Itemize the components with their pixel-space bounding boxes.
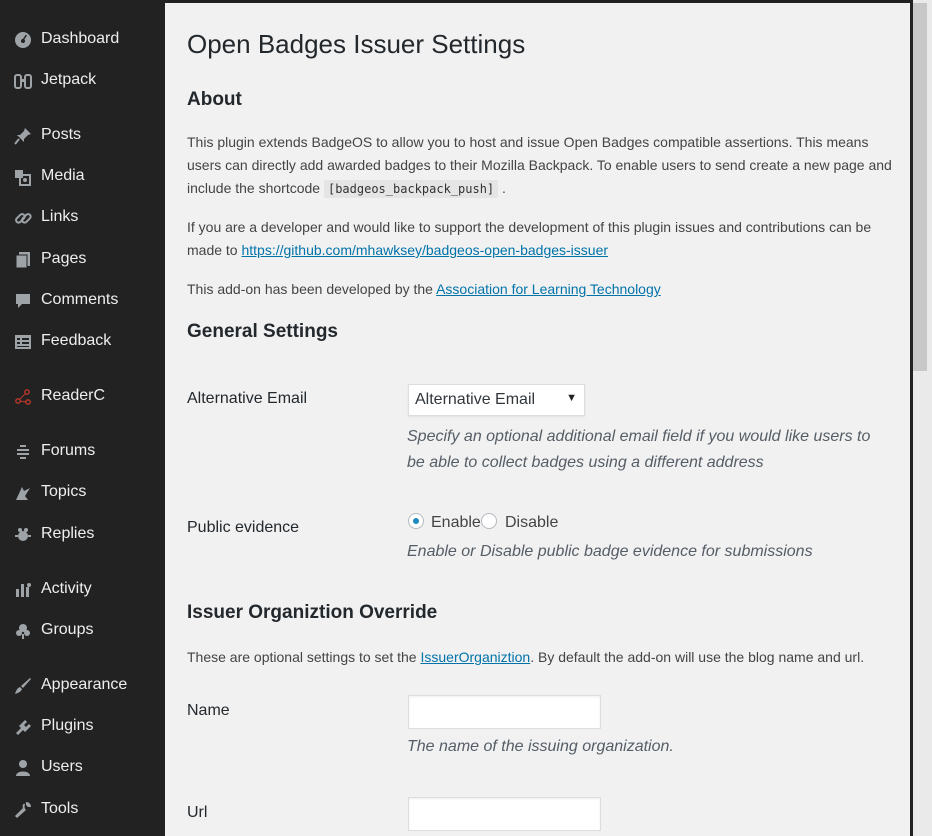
sidebar-item-label: Forums xyxy=(41,442,96,459)
sidebar-item-replies[interactable]: Replies xyxy=(3,520,165,550)
about-text-end: . xyxy=(502,180,506,196)
sidebar-item-label: Activity xyxy=(41,580,92,597)
alt-link[interactable]: Association for Learning Technology xyxy=(436,281,661,297)
select-value: Alternative Email xyxy=(415,391,536,408)
forums-icon xyxy=(13,443,33,461)
jetpack-icon xyxy=(13,72,33,90)
scrollbar-thumb[interactable] xyxy=(913,3,927,371)
public-evidence-description: Enable or Disable public badge evidence … xyxy=(407,543,813,560)
sidebar-item-tools[interactable]: Tools xyxy=(3,795,165,825)
sidebar-item-label: Dashboard xyxy=(41,30,120,47)
enable-radio-label: Enable xyxy=(431,514,481,531)
link-icon xyxy=(13,209,33,227)
sidebar-item-label: Feedback xyxy=(41,332,112,349)
sidebar-item-forums[interactable]: Forums xyxy=(3,437,165,467)
issuer-override-heading: Issuer Organiztion Override xyxy=(187,602,438,623)
sidebar-item-label: Media xyxy=(41,167,85,184)
chevron-down-icon: ▼ xyxy=(566,392,577,404)
sidebar-item-plugins[interactable]: Plugins xyxy=(3,712,165,742)
settings-content: Open Badges Issuer Settings About This p… xyxy=(165,3,910,836)
alternative-email-select[interactable]: Alternative Email ▼ xyxy=(408,384,585,416)
sidebar-item-label: Tools xyxy=(41,800,79,817)
admin-sidebar: Dashboard Jetpack Posts Media Links Page… xyxy=(3,3,165,836)
issuer-text-end: . By default the add-on will use the blo… xyxy=(530,649,865,665)
github-link[interactable]: https://github.com/mhawksey/badgeos-open… xyxy=(241,242,608,258)
about-text: This plugin extends BadgeOS to allow you… xyxy=(187,134,892,196)
sidebar-item-label: Comments xyxy=(41,291,119,308)
sidebar-item-readerc[interactable]: ReaderC xyxy=(3,382,165,412)
name-description: The name of the issuing organization. xyxy=(407,738,674,755)
sidebar-item-jetpack[interactable]: Jetpack xyxy=(3,66,165,96)
shortcode: [badgeos_backpack_push] xyxy=(323,180,499,198)
sidebar-item-label: Groups xyxy=(41,621,94,638)
activity-icon xyxy=(13,581,33,599)
sidebar-item-topics[interactable]: Topics xyxy=(3,478,165,508)
about-heading: About xyxy=(187,89,242,110)
replies-icon xyxy=(13,526,33,544)
url-label: Url xyxy=(187,804,208,821)
issuer-paragraph: These are optional settings to set the I… xyxy=(187,646,897,669)
name-label: Name xyxy=(187,702,230,719)
sidebar-item-label: ReaderC xyxy=(41,387,106,404)
issuer-organization-link[interactable]: IssuerOrganiztion xyxy=(420,649,530,665)
sidebar-item-label: Jetpack xyxy=(41,71,97,88)
brush-icon xyxy=(13,677,33,695)
sidebar-item-label: Posts xyxy=(41,126,82,143)
sidebar-item-links[interactable]: Links xyxy=(3,203,165,233)
sidebar-item-media[interactable]: Media xyxy=(3,162,165,192)
pages-icon xyxy=(13,251,33,269)
sidebar-item-label: Plugins xyxy=(41,717,94,734)
sidebar-item-feedback[interactable]: Feedback xyxy=(3,327,165,357)
comment-icon xyxy=(13,292,33,310)
sidebar-item-posts[interactable]: Posts xyxy=(3,121,165,151)
general-settings-heading: General Settings xyxy=(187,321,338,342)
sidebar-item-pages[interactable]: Pages xyxy=(3,245,165,275)
public-evidence-label: Public evidence xyxy=(187,519,300,536)
pin-icon xyxy=(13,127,33,145)
groups-icon xyxy=(13,622,33,640)
disable-radio[interactable] xyxy=(481,513,497,529)
wrench-icon xyxy=(13,801,33,819)
disable-radio-label: Disable xyxy=(505,514,559,531)
sidebar-item-label: Replies xyxy=(41,525,95,542)
credit-paragraph: This add-on has been developed by the As… xyxy=(187,278,897,301)
sidebar-item-dashboard[interactable]: Dashboard xyxy=(3,25,165,55)
sidebar-item-activity[interactable]: Activity xyxy=(3,575,165,605)
sidebar-item-groups[interactable]: Groups xyxy=(3,616,165,646)
alternative-email-description: Specify an optional additional email fie… xyxy=(407,428,871,471)
sidebar-item-label: Appearance xyxy=(41,676,128,693)
url-input[interactable] xyxy=(408,797,601,831)
sidebar-item-appearance[interactable]: Appearance xyxy=(3,671,165,701)
sidebar-item-users[interactable]: Users xyxy=(3,753,165,783)
page-title: Open Badges Issuer Settings xyxy=(187,29,526,59)
name-input[interactable] xyxy=(408,695,601,729)
alternative-email-label: Alternative Email xyxy=(187,390,308,407)
about-paragraph: This plugin extends BadgeOS to allow you… xyxy=(187,131,897,201)
vertical-scrollbar[interactable] xyxy=(910,0,932,836)
dashboard-icon xyxy=(13,31,33,49)
sidebar-item-label: Users xyxy=(41,758,83,775)
user-icon xyxy=(13,759,33,777)
sidebar-item-label: Links xyxy=(41,208,79,225)
sidebar-item-label: Topics xyxy=(41,483,87,500)
reader-icon xyxy=(13,388,33,406)
enable-radio[interactable] xyxy=(408,513,424,529)
sidebar-item-comments[interactable]: Comments xyxy=(3,286,165,316)
topics-icon xyxy=(13,484,33,502)
issuer-text: These are optional settings to set the xyxy=(187,649,417,665)
developer-paragraph: If you are a developer and would like to… xyxy=(187,216,897,262)
credit-text: This add-on has been developed by the xyxy=(187,281,433,297)
media-icon xyxy=(13,168,33,186)
plug-icon xyxy=(13,718,33,736)
sidebar-item-label: Pages xyxy=(41,250,87,267)
feedback-icon xyxy=(13,333,33,351)
